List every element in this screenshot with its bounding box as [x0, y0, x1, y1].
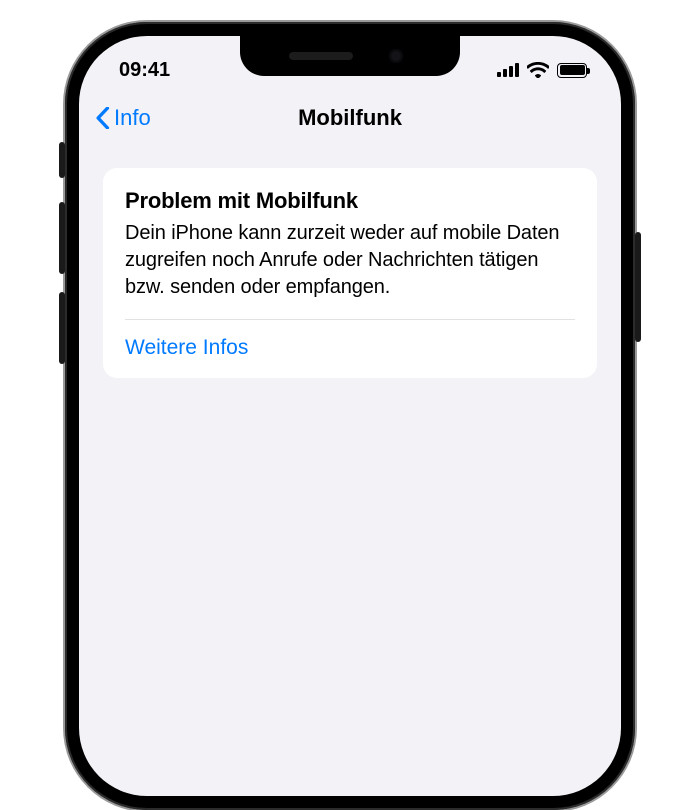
- cellular-signal-icon: [497, 63, 519, 77]
- volume-up-button: [59, 202, 65, 274]
- screen: 09:41 Info Mobilfunk: [79, 36, 621, 796]
- nav-bar: Info Mobilfunk: [79, 90, 621, 146]
- learn-more-link[interactable]: Weitere Infos: [125, 320, 575, 378]
- phone-frame: 09:41 Info Mobilfunk: [65, 22, 635, 810]
- front-camera-icon: [389, 49, 403, 63]
- card-body: Dein iPhone kann zurzeit weder auf mobil…: [125, 220, 575, 301]
- content-area: Problem mit Mobilfunk Dein iPhone kann z…: [103, 168, 597, 378]
- wifi-icon: [527, 62, 549, 78]
- back-button[interactable]: Info: [95, 105, 151, 131]
- mute-switch: [59, 142, 65, 178]
- cellular-problem-card: Problem mit Mobilfunk Dein iPhone kann z…: [103, 168, 597, 378]
- volume-down-button: [59, 292, 65, 364]
- status-right: [497, 62, 587, 78]
- page-title: Mobilfunk: [298, 105, 402, 131]
- speaker-grille: [289, 52, 353, 60]
- status-time: 09:41: [119, 59, 170, 82]
- card-title: Problem mit Mobilfunk: [125, 188, 575, 214]
- power-button: [635, 232, 641, 342]
- notch: [240, 36, 460, 76]
- chevron-left-icon: [95, 107, 110, 129]
- battery-icon: [557, 63, 587, 78]
- back-label: Info: [114, 105, 151, 131]
